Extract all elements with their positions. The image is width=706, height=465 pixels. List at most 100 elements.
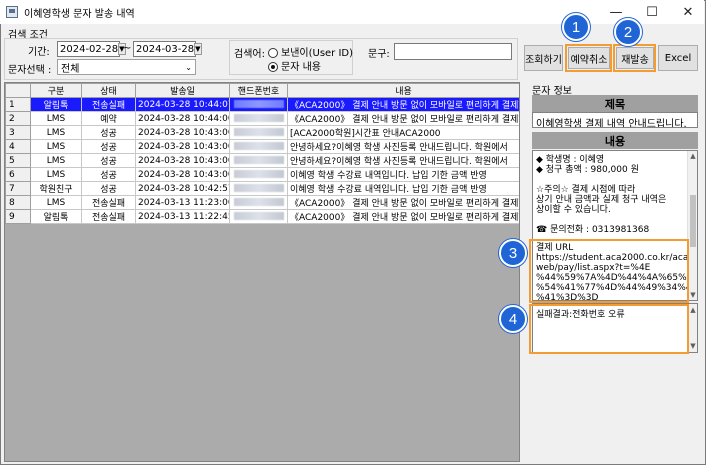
- search-field-label: 검색어:: [234, 49, 265, 60]
- cell-content[interactable]: 이혜영 학생 수강료 내역입니다. 납입 기한 금액 반영: [287, 167, 519, 182]
- cell-date[interactable]: 2024-03-28 10:43:00: [135, 139, 230, 154]
- cell-status[interactable]: 성공: [81, 125, 136, 140]
- cell-content[interactable]: [ACA2000학원]시간표 안내ACA2000: [287, 125, 519, 140]
- cell-status[interactable]: 성공: [81, 181, 136, 196]
- cell-content[interactable]: 안녕하세요?이혜영 학생 사진등록 안내드립니다. 학원에서: [287, 153, 519, 168]
- table-row[interactable]: 5 LMS 성공 2024-03-28 10:43:00 안녕하세요?이혜영 학생 사진…: [5, 153, 519, 168]
- phrase-input[interactable]: [394, 43, 512, 60]
- table-row[interactable]: 1 알림톡 전송실패 2024-03-28 10:44:07 《ACA2000》 결제 …: [5, 97, 519, 112]
- chevron-down-icon: ⌄: [185, 62, 192, 72]
- cell-type[interactable]: LMS: [30, 139, 82, 154]
- scroll-down-icon[interactable]: ▼: [688, 341, 697, 351]
- date-separator: ~: [123, 43, 132, 54]
- radio-content[interactable]: 문자 내용: [268, 58, 321, 73]
- subject-field[interactable]: 이혜영학생 결제 내역 안내드립니다.: [532, 112, 698, 128]
- table-row[interactable]: 2 LMS 예약 2024-03-28 10:44:00 《ACA2000》 결제 안내…: [5, 111, 519, 126]
- redacted-phone: [233, 128, 284, 136]
- scroll-down-icon[interactable]: ▼: [688, 290, 697, 300]
- radio-button[interactable]: [268, 48, 278, 58]
- cell-date[interactable]: 2024-03-28 10:44:07: [135, 97, 230, 112]
- row-number[interactable]: 5: [5, 153, 31, 168]
- cell-date[interactable]: 2024-03-13 11:22:45: [135, 209, 230, 224]
- cell-phone[interactable]: [229, 195, 288, 210]
- cell-type[interactable]: LMS: [30, 125, 82, 140]
- callout-badge-1: 1: [562, 13, 590, 41]
- row-number[interactable]: 2: [5, 111, 31, 126]
- cell-phone[interactable]: [229, 209, 288, 224]
- cell-phone[interactable]: [229, 125, 288, 140]
- cell-phone[interactable]: [229, 181, 288, 196]
- column-header[interactable]: 발송일: [135, 83, 230, 98]
- table-row[interactable]: 3 LMS 성공 2024-03-28 10:43:00 [ACA2000학원]시간표 …: [5, 125, 519, 140]
- column-header[interactable]: 상태: [81, 83, 136, 98]
- search-button[interactable]: 조회하기: [524, 45, 563, 71]
- cell-content[interactable]: 안녕하세요?이혜영 학생 사진등록 안내드립니다. 학원에서: [287, 139, 519, 154]
- content-line: ☆주의☆ 결제 시점에 따라: [536, 185, 636, 195]
- table-row[interactable]: 7 학원친구 성공 2024-03-28 10:42:57 이혜영 학생 수강료 내역입…: [5, 181, 519, 196]
- cell-date[interactable]: 2024-03-28 10:42:57: [135, 181, 230, 196]
- maximize-button[interactable]: ☐: [634, 0, 670, 24]
- cell-status[interactable]: 전송실패: [81, 209, 136, 224]
- date-to-value: 2024-03-28: [136, 43, 195, 55]
- cell-date[interactable]: 2024-03-28 10:43:00: [135, 153, 230, 168]
- row-number[interactable]: 9: [5, 209, 31, 224]
- cell-type[interactable]: LMS: [30, 195, 82, 210]
- cell-date[interactable]: 2024-03-28 10:44:00: [135, 111, 230, 126]
- redacted-phone: [233, 156, 284, 164]
- scroll-up-icon[interactable]: ▲: [688, 305, 697, 315]
- cell-type[interactable]: 학원친구: [30, 181, 82, 196]
- cell-date[interactable]: 2024-03-28 10:43:00: [135, 167, 230, 182]
- column-header[interactable]: 구분: [30, 83, 82, 98]
- row-number[interactable]: 8: [5, 195, 31, 210]
- cell-content[interactable]: 《ACA2000》 결제 안내 방문 없이 모바일로 편리하게 결제하: [287, 111, 519, 126]
- row-number[interactable]: 7: [5, 181, 31, 196]
- scrollbar-thumb[interactable]: [690, 195, 696, 247]
- table-row[interactable]: 4 LMS 성공 2024-03-28 10:43:00 안녕하세요?이혜영 학생 사진…: [5, 139, 519, 154]
- content-text: ◆ 학생명 : 이혜영 ◆ 청구 총액 : 980,000 원 ☆주의☆ 결제 시점…: [536, 155, 684, 235]
- redacted-phone: [233, 114, 284, 122]
- cell-phone[interactable]: [229, 139, 288, 154]
- cell-date[interactable]: 2024-03-13 11:23:00: [135, 195, 230, 210]
- cell-type[interactable]: 알림톡: [30, 209, 82, 224]
- content-line: 상기 안내 금액과 실제 청구 내역은: [536, 195, 667, 205]
- row-number[interactable]: 3: [5, 125, 31, 140]
- radio-button[interactable]: [268, 62, 278, 72]
- cell-content[interactable]: 이혜영 학생 수강료 내역입니다. 납입 기한 금액 반영: [287, 181, 519, 196]
- cell-status[interactable]: 성공: [81, 167, 136, 182]
- row-number[interactable]: 4: [5, 139, 31, 154]
- cell-status[interactable]: 전송실패: [81, 97, 136, 112]
- cell-phone[interactable]: [229, 97, 288, 112]
- radio-sender[interactable]: 보낸이(User ID): [268, 44, 353, 59]
- scroll-up-icon[interactable]: ▲: [688, 151, 697, 161]
- cell-status[interactable]: 성공: [81, 139, 136, 154]
- cell-status[interactable]: 전송실패: [81, 195, 136, 210]
- cell-type[interactable]: LMS: [30, 111, 82, 126]
- table-row[interactable]: 8 LMS 전송실패 2024-03-13 11:23:00 《ACA2000》 결제 …: [5, 195, 519, 210]
- cell-content[interactable]: 《ACA2000》 결제 안내 방문 없이 모바일로 편리하게 결제하: [287, 209, 519, 224]
- cell-phone[interactable]: [229, 111, 288, 126]
- table-row[interactable]: 9 알림톡 전송실패 2024-03-13 11:22:45 《ACA2000》 결제 …: [5, 209, 519, 224]
- column-header[interactable]: 핸드폰번호: [229, 83, 288, 98]
- date-to-picker[interactable]: 2024-03-28 ▼: [133, 41, 202, 57]
- row-number[interactable]: 1: [5, 97, 31, 112]
- cell-type[interactable]: 알림톡: [30, 97, 82, 112]
- cell-content[interactable]: 《ACA2000》 결제 안내 방문 없이 모바일로 편리하게 결제하: [287, 97, 519, 112]
- close-button[interactable]: ✕: [670, 0, 706, 24]
- cell-content[interactable]: 《ACA2000》 결제 안내 방문 없이 모바일로 편리하게 결제하: [287, 195, 519, 210]
- cell-phone[interactable]: [229, 167, 288, 182]
- cell-status[interactable]: 예약: [81, 111, 136, 126]
- row-number[interactable]: 6: [5, 167, 31, 182]
- cell-type[interactable]: LMS: [30, 153, 82, 168]
- cell-date[interactable]: 2024-03-28 10:43:00: [135, 125, 230, 140]
- chevron-down-icon[interactable]: ▼: [194, 43, 202, 55]
- message-grid[interactable]: 구분 상태 발송일 핸드폰번호 내용 1 알림톡 전송실패 2024-03-28 10…: [4, 82, 520, 462]
- cell-type[interactable]: LMS: [30, 167, 82, 182]
- date-from-picker[interactable]: 2024-02-28 ▼: [57, 41, 126, 57]
- column-header[interactable]: 내용: [287, 83, 519, 98]
- table-row[interactable]: 6 LMS 성공 2024-03-28 10:43:00 이혜영 학생 수강료 내역입니…: [5, 167, 519, 182]
- message-type-select[interactable]: 전체 ⌄: [57, 59, 196, 75]
- content-line: ◆ 청구 총액 : 980,000 원: [536, 165, 639, 175]
- cell-phone[interactable]: [229, 153, 288, 168]
- excel-button[interactable]: Excel: [658, 45, 698, 71]
- cell-status[interactable]: 성공: [81, 153, 136, 168]
